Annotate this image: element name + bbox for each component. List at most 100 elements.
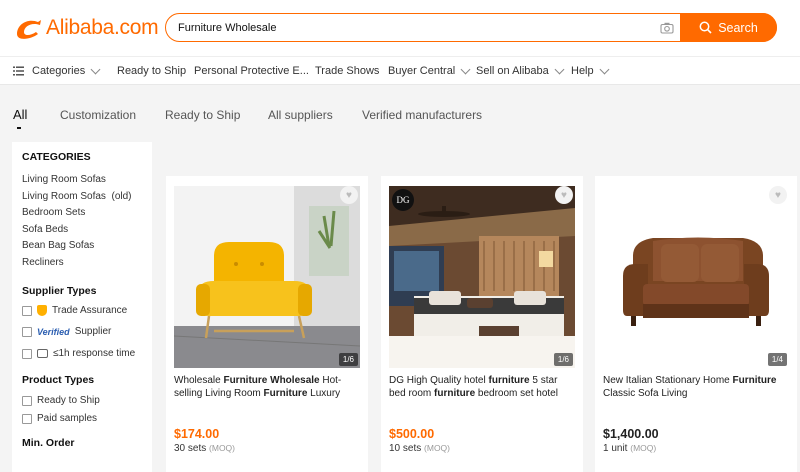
logo-text: Alibaba.com xyxy=(46,16,159,39)
supplier-types-heading: Supplier Types xyxy=(22,285,97,297)
dg-brand-logo: DG xyxy=(392,189,414,211)
heart-icon[interactable]: ♥ xyxy=(340,186,358,204)
nav-ready-to-ship[interactable]: Ready to Ship xyxy=(117,65,186,77)
chevron-down-icon xyxy=(90,64,101,74)
product-image[interactable]: DG 1/6 xyxy=(389,186,575,368)
tab-ready-to-ship[interactable]: Ready to Ship xyxy=(165,108,240,122)
nav-item-label: Ready to Ship xyxy=(117,65,187,77)
heart-icon[interactable]: ♥ xyxy=(555,186,573,204)
filter-response-time[interactable]: ≤1h response time xyxy=(22,348,142,359)
nav-item-label: Trade Shows xyxy=(315,65,380,77)
product-title[interactable]: New Italian Stationary Home Furniture Cl… xyxy=(603,374,789,400)
product-card[interactable]: ♥ 1/6 Wholesale Furniture Wholesale Hot-… xyxy=(166,176,368,472)
tab-all-suppliers[interactable]: All suppliers xyxy=(268,108,333,122)
title-text: New Italian Stationary Home xyxy=(603,375,733,386)
product-price: $174.00 xyxy=(174,427,220,441)
tab-all[interactable]: All xyxy=(13,107,27,122)
image-count-badge: 1/6 xyxy=(338,353,358,366)
chevron-down-icon xyxy=(460,64,471,74)
filter-paid-samples[interactable]: Paid samples xyxy=(22,413,142,424)
search-input[interactable] xyxy=(178,18,648,38)
search-icon xyxy=(699,21,712,34)
moq-value: 1 unit xyxy=(603,443,628,454)
svg-text:DG: DG xyxy=(397,195,410,205)
search-bar: Search xyxy=(165,13,777,42)
checkbox[interactable] xyxy=(22,348,32,359)
image-count-badge: 1/4 xyxy=(767,353,787,366)
moq-label: (MOQ) xyxy=(209,443,235,453)
nav-item-label: Help xyxy=(571,65,594,77)
menu-icon xyxy=(13,66,24,76)
alibaba-logo[interactable]: Alibaba.com xyxy=(14,14,159,42)
product-card[interactable]: ♥ 1/4 New Italian Stationary Home Furnit… xyxy=(595,176,797,472)
checkbox[interactable] xyxy=(22,395,32,406)
moq-value: 10 sets xyxy=(389,443,422,454)
top-nav: Categories Ready to Ship Personal Protec… xyxy=(0,56,800,85)
checkbox[interactable] xyxy=(22,305,32,316)
category-link[interactable]: Bean Bag Sofas xyxy=(22,238,142,255)
filter-tabs: All Customization Ready to Ship All supp… xyxy=(0,100,800,130)
nav-personal-protective[interactable]: Personal Protective E... xyxy=(194,65,309,77)
header: Alibaba.com Search xyxy=(0,0,800,56)
product-image[interactable]: 1/4 xyxy=(603,186,789,368)
alibaba-logo-icon xyxy=(17,20,41,39)
tab-verified-manufacturers[interactable]: Verified manufacturers xyxy=(362,108,482,122)
product-image[interactable]: 1/6 xyxy=(174,186,360,368)
moq-value: 30 sets xyxy=(174,443,207,454)
nav-trade-shows[interactable]: Trade Shows xyxy=(315,65,379,77)
product-title[interactable]: DG High Quality hotel furniture 5 star b… xyxy=(389,374,575,400)
title-text: bedroom set hotel xyxy=(475,388,558,399)
category-link[interactable]: Sofa Beds xyxy=(22,222,142,239)
nav-item-label: Sell on Alibaba xyxy=(476,65,549,77)
category-link[interactable]: Living Room Sofas xyxy=(22,172,142,189)
title-text: Luxury xyxy=(307,388,341,399)
nav-buyer-central[interactable]: Buyer Central xyxy=(388,64,471,77)
product-card[interactable]: ♥ DG 1/6 DG High Quality hotel furniture… xyxy=(381,176,583,472)
title-keyword: furniture xyxy=(434,388,476,399)
leather-sofa-image xyxy=(603,186,789,368)
title-text: Classic Sofa Living xyxy=(603,388,688,399)
filter-label: ≤1h response time xyxy=(53,348,136,359)
moq-label: (MOQ) xyxy=(424,443,450,453)
chat-icon xyxy=(37,349,48,358)
filter-ready-to-ship[interactable]: Ready to Ship xyxy=(22,395,142,406)
title-text: Wholesale xyxy=(174,375,224,386)
hotel-bedroom-image xyxy=(389,186,575,368)
filter-label: Ready to Ship xyxy=(37,395,100,406)
filter-trade-assurance[interactable]: Trade Assurance xyxy=(22,305,142,316)
camera-icon[interactable] xyxy=(660,21,674,35)
min-order-heading: Min. Order xyxy=(22,437,75,449)
yellow-chair-image xyxy=(174,186,360,368)
checkbox[interactable] xyxy=(22,326,32,337)
title-keyword: Furniture xyxy=(732,375,777,386)
heart-icon[interactable]: ♥ xyxy=(769,186,787,204)
product-moq: 30 sets (MOQ) xyxy=(174,443,235,454)
product-title[interactable]: Wholesale Furniture Wholesale Hot-sellin… xyxy=(174,374,360,400)
nav-help[interactable]: Help xyxy=(571,64,610,77)
search-button-label: Search xyxy=(718,20,758,35)
category-link[interactable]: Living Room Sofas (old) xyxy=(22,189,142,206)
title-keyword: Furniture xyxy=(263,388,308,399)
nav-categories[interactable]: Categories xyxy=(13,64,101,77)
product-price: $1,400.00 xyxy=(603,427,659,441)
product-price: $500.00 xyxy=(389,427,435,441)
filter-label: Trade Assurance xyxy=(52,305,128,316)
filter-verified-supplier[interactable]: Verified Supplier xyxy=(22,326,142,337)
image-count-badge: 1/6 xyxy=(553,353,573,366)
filter-sidebar: CATEGORIES Living Room Sofas Living Room… xyxy=(12,142,152,472)
category-link[interactable]: Bedroom Sets xyxy=(22,205,142,222)
title-keyword: furniture xyxy=(488,375,530,386)
nav-sell-on-alibaba[interactable]: Sell on Alibaba xyxy=(476,64,565,77)
search-button[interactable]: Search xyxy=(680,13,777,42)
chevron-down-icon xyxy=(554,64,565,74)
nav-item-label: Personal Protective E... xyxy=(194,65,309,77)
filter-label: Supplier xyxy=(74,326,112,337)
tab-customization[interactable]: Customization xyxy=(60,108,136,122)
title-keyword: Furniture Wholesale xyxy=(223,375,320,386)
verified-badge-icon: Verified xyxy=(37,326,70,337)
categories-heading: CATEGORIES xyxy=(22,151,91,163)
moq-label: (MOQ) xyxy=(630,443,657,453)
checkbox[interactable] xyxy=(22,413,32,424)
nav-item-label: Buyer Central xyxy=(388,65,456,77)
category-link[interactable]: Recliners xyxy=(22,255,142,272)
